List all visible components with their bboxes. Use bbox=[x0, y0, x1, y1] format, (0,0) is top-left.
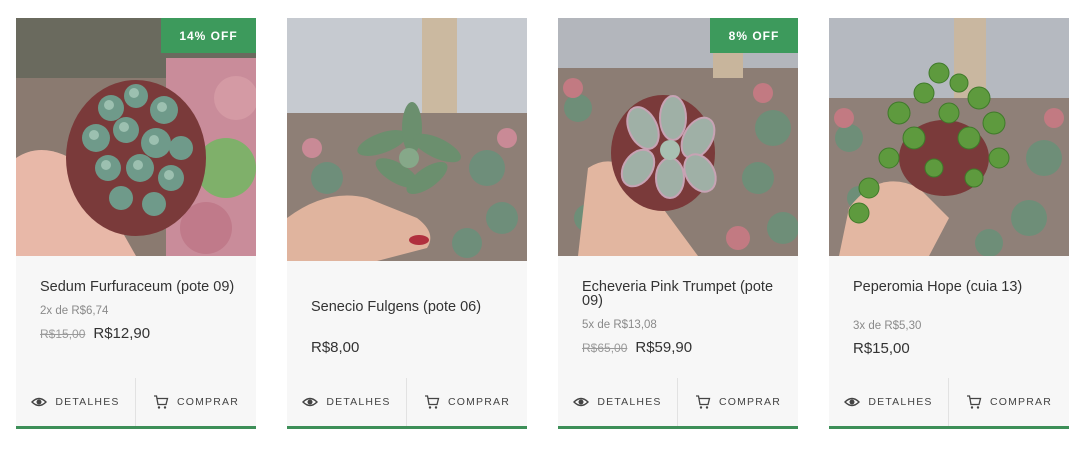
details-button[interactable]: DETALHES bbox=[16, 378, 136, 426]
product-card: 14% OFF Sedum Furfuraceum (pote 09) 2x d… bbox=[16, 18, 256, 429]
product-name[interactable]: Peperomia Hope (cuia 13) bbox=[853, 280, 1051, 295]
product-actions: DETALHES COMPRAR bbox=[16, 378, 256, 426]
details-label: DETALHES bbox=[326, 396, 391, 408]
peperomia-photo bbox=[829, 18, 1069, 256]
product-actions: DETALHES COMPRAR bbox=[287, 378, 527, 426]
eye-icon bbox=[302, 397, 319, 407]
details-button[interactable]: DETALHES bbox=[558, 378, 678, 426]
buy-button[interactable]: COMPRAR bbox=[678, 378, 798, 426]
installments-text: 5x de R$13,08 bbox=[582, 319, 657, 331]
product-image[interactable] bbox=[287, 18, 527, 261]
details-button[interactable]: DETALHES bbox=[287, 378, 407, 426]
product-name[interactable]: Sedum Furfuraceum (pote 09) bbox=[40, 280, 238, 295]
buy-button[interactable]: COMPRAR bbox=[136, 378, 256, 426]
old-price: R$15,00 bbox=[40, 327, 86, 341]
old-price: R$65,00 bbox=[582, 341, 628, 355]
buy-button[interactable]: COMPRAR bbox=[407, 378, 527, 426]
cart-icon bbox=[424, 395, 440, 409]
price-row: R$15,00 bbox=[853, 340, 1051, 357]
product-image[interactable]: 8% OFF bbox=[558, 18, 798, 256]
product-image[interactable] bbox=[829, 18, 1069, 256]
discount-badge: 14% OFF bbox=[161, 18, 256, 53]
details-button[interactable]: DETALHES bbox=[829, 378, 949, 426]
installments-text: 3x de R$5,30 bbox=[853, 320, 922, 332]
product-name[interactable]: Senecio Fulgens (pote 06) bbox=[311, 300, 509, 315]
buy-label: COMPRAR bbox=[989, 396, 1053, 408]
price-row: R$65,00 R$59,90 bbox=[582, 339, 780, 356]
cart-icon bbox=[153, 395, 169, 409]
senecio-photo bbox=[287, 18, 527, 261]
product-grid: 14% OFF Sedum Furfuraceum (pote 09) 2x d… bbox=[0, 0, 1090, 450]
eye-icon bbox=[844, 397, 861, 407]
details-label: DETALHES bbox=[868, 396, 933, 408]
price-row: R$15,00 R$12,90 bbox=[40, 325, 238, 342]
product-info: Peperomia Hope (cuia 13) 3x de R$5,30 R$… bbox=[853, 280, 1051, 357]
product-info: Senecio Fulgens (pote 06) R$8,00 bbox=[311, 300, 509, 356]
installments-text: 2x de R$6,74 bbox=[40, 305, 109, 317]
buy-label: COMPRAR bbox=[718, 396, 782, 408]
buy-label: COMPRAR bbox=[176, 396, 240, 408]
eye-icon bbox=[573, 397, 590, 407]
price: R$8,00 bbox=[311, 339, 360, 356]
echeveria-photo bbox=[558, 18, 798, 256]
eye-icon bbox=[31, 397, 48, 407]
product-image[interactable]: 14% OFF bbox=[16, 18, 256, 256]
discount-badge: 8% OFF bbox=[710, 18, 798, 53]
details-label: DETALHES bbox=[55, 396, 120, 408]
product-actions: DETALHES COMPRAR bbox=[558, 378, 798, 426]
details-label: DETALHES bbox=[597, 396, 662, 408]
cart-icon bbox=[966, 395, 982, 409]
product-card: Senecio Fulgens (pote 06) R$8,00 DETALHE… bbox=[287, 18, 527, 429]
price: R$15,00 bbox=[853, 340, 910, 357]
product-info: Echeveria Pink Trumpet (pote 09) 5x de R… bbox=[582, 280, 780, 356]
price-row: R$8,00 bbox=[311, 339, 509, 356]
product-name[interactable]: Echeveria Pink Trumpet (pote 09) bbox=[582, 280, 780, 309]
buy-label: COMPRAR bbox=[447, 396, 511, 408]
buy-button[interactable]: COMPRAR bbox=[949, 378, 1069, 426]
product-actions: DETALHES COMPRAR bbox=[829, 378, 1069, 426]
product-card: Peperomia Hope (cuia 13) 3x de R$5,30 R$… bbox=[829, 18, 1069, 429]
product-card: 8% OFF Echeveria Pink Trumpet (pote 09) … bbox=[558, 18, 798, 429]
cart-icon bbox=[695, 395, 711, 409]
price: R$12,90 bbox=[93, 325, 151, 342]
product-info: Sedum Furfuraceum (pote 09) 2x de R$6,74… bbox=[40, 280, 238, 342]
sedum-photo bbox=[16, 18, 256, 256]
price: R$59,90 bbox=[635, 339, 693, 356]
